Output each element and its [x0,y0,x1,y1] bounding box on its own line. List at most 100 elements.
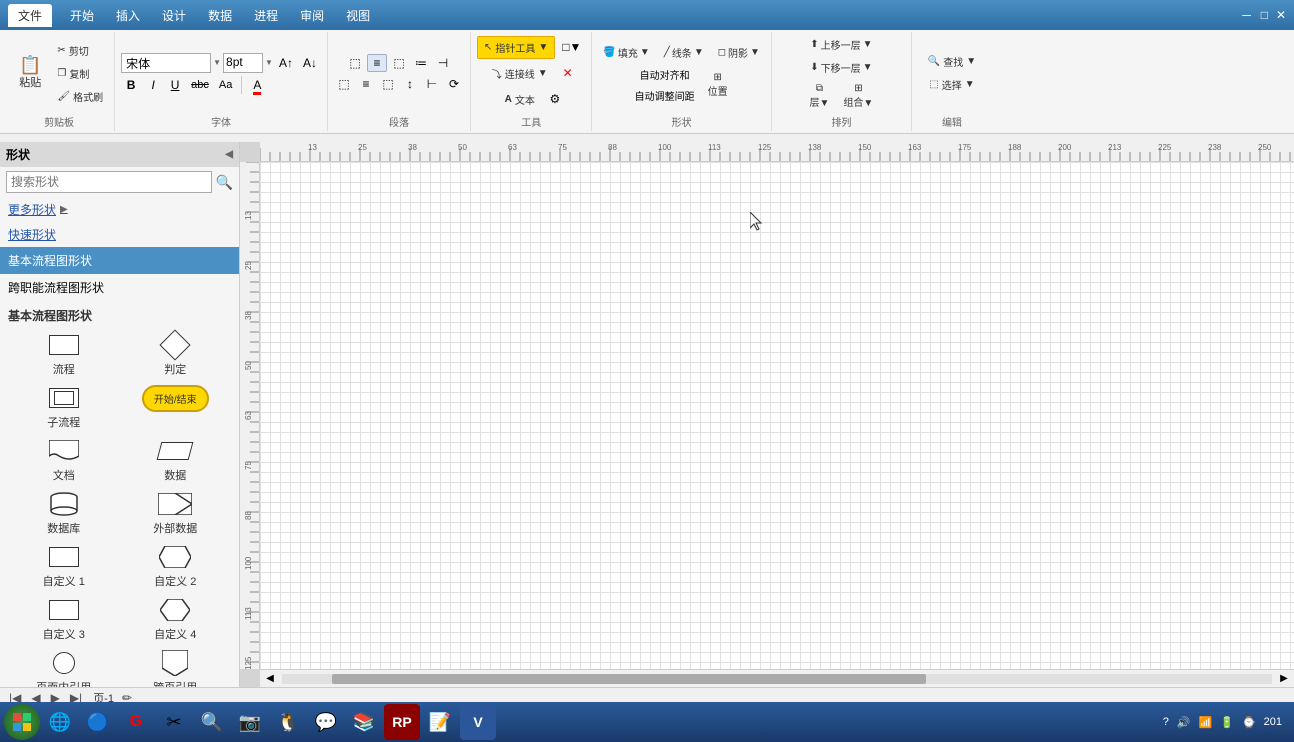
shape-database[interactable]: 数据库 [12,491,116,536]
text-tool-button[interactable]: A 文本 [498,88,542,111]
group-button[interactable]: ⊞ 组合▼ [838,80,878,112]
font-grow-button[interactable]: A↑ [275,54,297,72]
connector-tool-button[interactable]: ⤵ 连接线 ▼ [485,62,555,85]
outdent-button[interactable]: ⊢ [422,75,442,93]
search-button[interactable]: 🔍 [216,174,233,191]
tab-start[interactable]: 开始 [60,4,104,27]
position-button[interactable]: ⊞ 位置 [703,69,733,101]
taskbar-note-button[interactable]: 📝 [422,704,458,740]
font-color-button[interactable]: A [247,76,267,94]
paste-button[interactable]: 📋 粘贴 [10,51,50,95]
search-input[interactable] [6,171,212,193]
select-button[interactable]: ⬚ 选择 ▼ [924,74,979,95]
find-button[interactable]: 🔍 查找 ▼ [923,51,981,72]
line-spacing-button[interactable]: ↕ [400,75,420,93]
indent-button[interactable]: ⊣ [433,54,453,72]
tab-process[interactable]: 进程 [244,4,288,27]
pointer-options-button[interactable]: □▼ [558,38,585,56]
shape-custom2[interactable]: 自定义 2 [124,544,228,589]
layer-button[interactable]: ⧉ 层▼ [805,80,835,112]
taskbar-network-icon[interactable]: 📶 [1199,716,1213,729]
shape-document[interactable]: 文档 [12,438,116,483]
basic-flow-category[interactable]: 基本流程图形状 [0,247,239,274]
send-back-button[interactable]: ⬇ 下移一层 ▼ [805,57,877,78]
rotate-text-button[interactable]: ⟳ [444,75,464,93]
taskbar-clock-icon[interactable]: ⌚ [1242,716,1256,729]
font-name-dropdown[interactable]: ▼ [213,58,221,67]
hscroll-right-button[interactable]: ▶ [1274,673,1294,684]
tab-design[interactable]: 设计 [152,4,196,27]
taskbar-book-button[interactable]: 📚 [346,704,382,740]
tab-view[interactable]: 视图 [336,4,380,27]
quick-shapes-link[interactable]: 快速形状 [0,222,239,247]
shape-start-end[interactable]: 开始/结束 [124,385,228,430]
taskbar-question-icon[interactable]: ? [1163,716,1169,728]
pointer-dropdown[interactable]: ▼ [538,42,548,53]
align-right-button[interactable]: ⬚ [378,75,398,93]
format-painter-button[interactable]: 🖌 格式刷 [52,86,108,107]
align-center-button[interactable]: ≡ [356,75,376,93]
hscroll-thumb[interactable] [332,674,926,684]
underline-button[interactable]: U [165,76,185,94]
shape-custom1[interactable]: 自定义 1 [12,544,116,589]
taskbar-search-button[interactable]: 🔍 [194,704,230,740]
shape-custom3[interactable]: 自定义 3 [12,597,116,642]
font-name-selector[interactable]: 宋体 [121,53,211,73]
taskbar-photo-button[interactable]: 📷 [232,704,268,740]
shape-data[interactable]: 数据 [124,438,228,483]
line-dropdown[interactable]: ▼ [694,47,704,58]
start-button[interactable] [4,704,40,740]
taskbar-cut-button[interactable]: ✂ [156,704,192,740]
line-button[interactable]: ╱ 线条 ▼ [659,42,709,63]
connector-dropdown[interactable]: ▼ [538,68,548,79]
taskbar-volume-icon[interactable]: 🔊 [1177,716,1191,729]
align-left-button[interactable]: ⬚ [334,75,354,93]
align-right-top-button[interactable]: ⬚ [389,54,409,72]
hscroll-track[interactable] [282,674,1272,684]
shadow-dropdown[interactable]: ▼ [750,47,760,58]
font-case-button[interactable]: Aa [215,77,236,93]
close-icon[interactable]: ✕ [1276,8,1286,22]
minimize-icon[interactable]: － [1241,7,1253,24]
tab-insert[interactable]: 插入 [106,4,150,27]
hscroll[interactable]: ◀ ▶ [260,669,1294,687]
shape-process[interactable]: 流程 [12,332,116,377]
sidebar-collapse-button[interactable]: ◀ [225,149,233,160]
auto-space-button[interactable]: 自动调整间距 [631,86,699,105]
strikethrough-button[interactable]: abc [187,77,213,93]
auto-align-button[interactable]: 自动对齐和 [631,65,699,84]
taskbar-browser-button[interactable]: 🌐 [42,704,78,740]
file-tab[interactable]: 文件 [8,4,52,27]
canvas[interactable] [260,162,1294,669]
hscroll-left-button[interactable]: ◀ [260,673,280,684]
bring-front-button[interactable]: ⬆ 上移一层 ▼ [805,34,877,55]
fill-dropdown[interactable]: ▼ [640,47,650,58]
shape-custom4[interactable]: 自定义 4 [124,597,228,642]
taskbar-penguin-button[interactable]: 🐧 [270,704,306,740]
restore-icon[interactable]: □ [1261,8,1268,22]
text-options-button[interactable]: ⚙ [545,90,565,108]
font-size-selector[interactable]: 8pt [223,53,263,73]
font-shrink-button[interactable]: A↓ [299,54,321,72]
taskbar-battery-icon[interactable]: 🔋 [1220,716,1234,729]
cross-functional-category[interactable]: 跨职能流程图形状 [0,274,239,301]
font-size-dropdown[interactable]: ▼ [265,58,273,67]
taskbar-chat-button[interactable]: 💬 [308,704,344,740]
shape-page-ref[interactable]: 页面内引用 [12,650,116,687]
connector-options-button[interactable]: ✕ [558,64,578,82]
taskbar-chrome-button[interactable]: 🔵 [80,704,116,740]
bullet-list-button[interactable]: ≔ [411,54,431,72]
taskbar-rp-button[interactable]: RP [384,704,420,740]
pointer-tool-button[interactable]: ↖ 指针工具 ▼ [477,36,555,59]
tab-review[interactable]: 审阅 [290,4,334,27]
cut-button[interactable]: ✂ 剪切 [52,40,108,61]
shape-decision[interactable]: 判定 [124,332,228,377]
taskbar-word-button[interactable]: V [460,704,496,740]
shape-external-data[interactable]: 外部数据 [124,491,228,536]
shape-subprocess[interactable]: 子流程 [12,385,116,430]
fill-button[interactable]: 🪣 填充 ▼ [598,42,654,63]
taskbar-g-button[interactable]: G [118,704,154,740]
align-center-top-button[interactable]: ≡ [367,54,387,72]
shadow-button[interactable]: ◻ 阴影 ▼ [713,42,765,63]
italic-button[interactable]: I [143,76,163,94]
